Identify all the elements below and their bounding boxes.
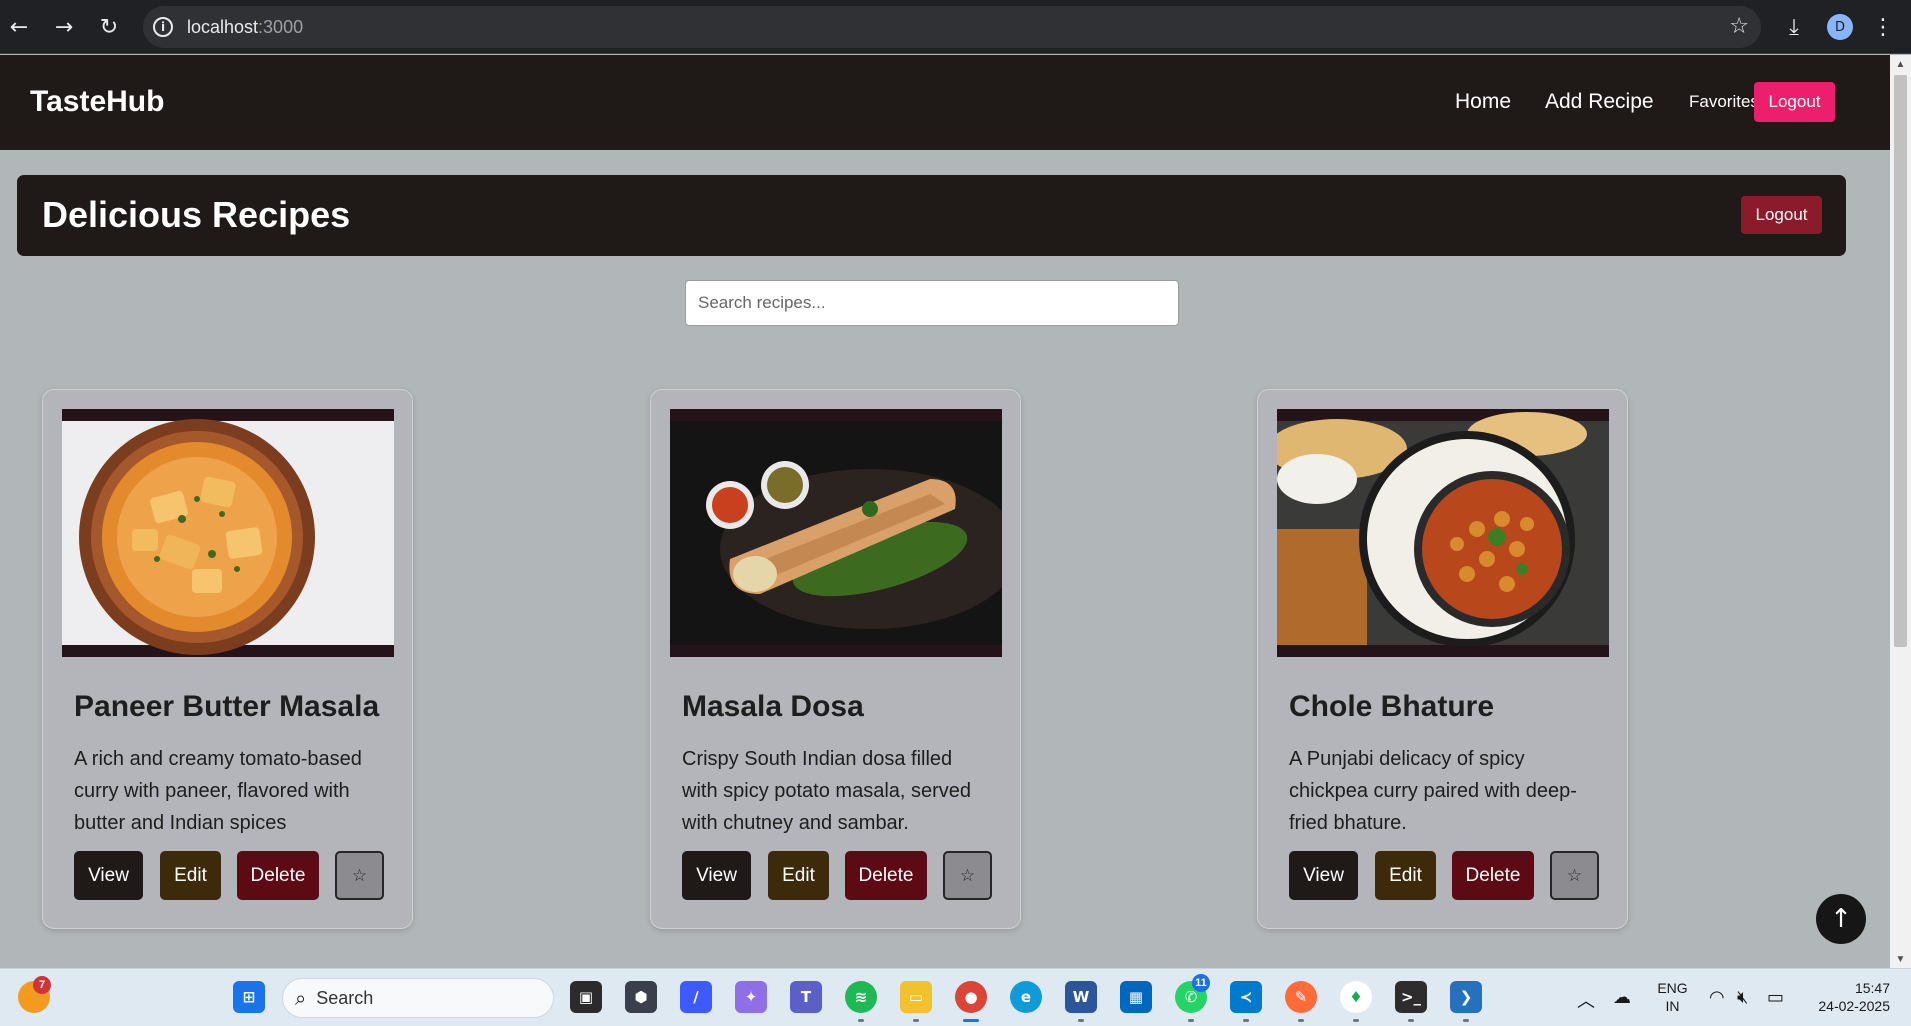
app-blue-icon[interactable]: ∕ xyxy=(680,981,712,1013)
url-host: localhost xyxy=(187,16,259,37)
profile-initial: D xyxy=(1827,14,1853,40)
weather-badge: 7 xyxy=(33,976,51,994)
edit-button[interactable]: Edit xyxy=(1375,851,1436,900)
running-indicator xyxy=(1408,1019,1414,1022)
postman-icon[interactable]: ✎ xyxy=(1285,981,1317,1013)
recipe-description: A Punjabi delicacy of spicy chickpea cur… xyxy=(1289,748,1577,834)
scroll-to-top-button[interactable]: ↑ xyxy=(1816,894,1866,944)
nav-add-recipe-link[interactable]: Add Recipe xyxy=(1545,90,1654,114)
powershell-icon[interactable]: ❯ xyxy=(1450,981,1482,1013)
language-indicator[interactable]: ENG IN xyxy=(1650,979,1695,1015)
store-icon[interactable]: ▦ xyxy=(1120,981,1152,1013)
address-bar[interactable]: i localhost:3000 ☆ xyxy=(143,6,1761,48)
nav-logout-button[interactable]: Logout xyxy=(1754,82,1835,122)
favorite-star-button[interactable]: ☆ xyxy=(943,851,992,900)
search-icon: ⌕ xyxy=(295,986,307,1010)
chrome-icon[interactable]: ● xyxy=(955,981,987,1013)
mongodb-icon[interactable]: ♦ xyxy=(1340,981,1372,1013)
favorite-star-button[interactable]: ☆ xyxy=(1550,851,1599,900)
app-hex-icon[interactable]: ⬢ xyxy=(625,981,657,1013)
running-indicator xyxy=(1243,1019,1249,1022)
region-code: IN xyxy=(1665,998,1680,1014)
edit-button[interactable]: Edit xyxy=(768,851,829,900)
clock[interactable]: 15:47 24-02-2025 xyxy=(1800,979,1890,1015)
running-indicator xyxy=(1353,1019,1359,1022)
running-indicator xyxy=(1078,1019,1084,1022)
recipe-description: Crispy South Indian dosa filled with spi… xyxy=(682,748,972,834)
whatsapp-badge: 11 xyxy=(1192,974,1210,992)
url-text[interactable]: localhost:3000 xyxy=(187,17,303,38)
view-button[interactable]: View xyxy=(1289,851,1358,900)
recipe-card: Masala Dosa Crispy South Indian dosa fil… xyxy=(650,389,1021,929)
recipe-image-chole-bhature xyxy=(1277,409,1609,657)
recipes-header: Delicious Recipes Logout xyxy=(17,175,1846,256)
brand-logo[interactable]: TasteHub xyxy=(30,85,164,119)
terminal-icon[interactable]: >_ xyxy=(1395,981,1427,1013)
back-icon[interactable]: ← xyxy=(2,10,36,44)
recipe-title: Masala Dosa xyxy=(682,690,864,723)
windows-start-icon[interactable]: ⊞ xyxy=(233,981,265,1013)
running-indicator xyxy=(858,1019,864,1022)
edit-button[interactable]: Edit xyxy=(160,851,221,900)
page-viewport: TasteHub Home Add Recipe Favorites Logou… xyxy=(0,55,1890,968)
recipe-description: A rich and creamy tomato-based curry wit… xyxy=(74,748,362,834)
search-input[interactable] xyxy=(685,280,1179,326)
site-info-icon[interactable]: i xyxy=(153,17,173,37)
forward-icon[interactable]: → xyxy=(47,10,81,44)
delete-button[interactable]: Delete xyxy=(237,851,319,900)
recipe-image-paneer-butter-masala xyxy=(62,409,394,657)
recipe-image-masala-dosa xyxy=(670,409,1002,657)
language-code: ENG xyxy=(1657,980,1688,996)
tray-overflow-chevron-icon[interactable]: ︿ xyxy=(1577,987,1595,1013)
volume-muted-icon[interactable]: 🔇︎ xyxy=(1737,987,1748,1008)
battery-icon[interactable]: ▭ xyxy=(1767,987,1784,1008)
spotify-icon[interactable]: ≋ xyxy=(845,981,877,1013)
view-button[interactable]: View xyxy=(74,851,143,900)
onedrive-cloud-icon[interactable]: ☁ xyxy=(1613,987,1631,1008)
favorite-star-button[interactable]: ☆ xyxy=(335,851,384,900)
page-scrollbar[interactable]: ▲ ▼ xyxy=(1890,55,1911,968)
bookmark-star-icon[interactable]: ☆ xyxy=(1729,14,1749,39)
page-title: Delicious Recipes xyxy=(42,194,351,235)
windows-taskbar: 7 ⊞ ⌕ Search ▣ ⬢ ∕ ✦ T ≋ ▭ ● e W ▦ ✆ 11 … xyxy=(0,968,1911,1026)
running-indicator xyxy=(1298,1019,1304,1022)
task-view-icon[interactable]: ▣ xyxy=(570,981,602,1013)
vscode-icon[interactable]: ≺ xyxy=(1230,981,1262,1013)
taskbar-search[interactable]: ⌕ Search xyxy=(282,978,554,1018)
nav-home-link[interactable]: Home xyxy=(1455,90,1511,114)
clock-time: 15:47 xyxy=(1854,980,1890,996)
scroll-up-icon[interactable]: ▲ xyxy=(1890,55,1911,73)
running-indicator xyxy=(1463,1019,1469,1022)
clock-date: 24-02-2025 xyxy=(1818,998,1890,1014)
menu-kebab-icon[interactable]: ⋮ xyxy=(1868,10,1898,44)
taskbar-search-label: Search xyxy=(316,987,374,1008)
recipe-title: Chole Bhature xyxy=(1289,690,1495,723)
teams-icon[interactable]: T xyxy=(790,981,822,1013)
header-logout-button[interactable]: Logout xyxy=(1741,196,1822,234)
url-port: :3000 xyxy=(258,16,304,37)
recipe-card: Paneer Butter Masala A rich and creamy t… xyxy=(42,389,413,929)
file-explorer-icon[interactable]: ▭ xyxy=(900,981,932,1013)
copilot-icon[interactable]: ✦ xyxy=(735,981,767,1013)
reload-icon[interactable]: ↻ xyxy=(92,10,126,44)
running-indicator xyxy=(963,1019,979,1022)
recipe-title: Paneer Butter Masala xyxy=(74,690,380,723)
running-indicator xyxy=(913,1019,919,1022)
scroll-down-icon[interactable]: ▼ xyxy=(1890,950,1911,968)
browser-toolbar: ← → ↻ i localhost:3000 ☆ ⤓ D ⋮ xyxy=(0,0,1911,54)
profile-avatar[interactable]: D xyxy=(1823,10,1857,44)
running-indicator xyxy=(1188,1019,1194,1022)
view-button[interactable]: View xyxy=(682,851,751,900)
delete-button[interactable]: Delete xyxy=(1452,851,1534,900)
site-navbar: TasteHub Home Add Recipe Favorites Logou… xyxy=(0,55,1890,150)
recipe-card: Chole Bhature A Punjabi delicacy of spic… xyxy=(1257,389,1628,929)
word-icon[interactable]: W xyxy=(1065,981,1097,1013)
download-icon[interactable]: ⤓ xyxy=(1777,10,1811,44)
nav-favorites-link[interactable]: Favorites xyxy=(1689,92,1759,112)
scrollbar-thumb[interactable] xyxy=(1894,75,1907,647)
edge-icon[interactable]: e xyxy=(1010,981,1042,1013)
wifi-icon[interactable]: ◠ xyxy=(1709,987,1725,1008)
delete-button[interactable]: Delete xyxy=(845,851,927,900)
